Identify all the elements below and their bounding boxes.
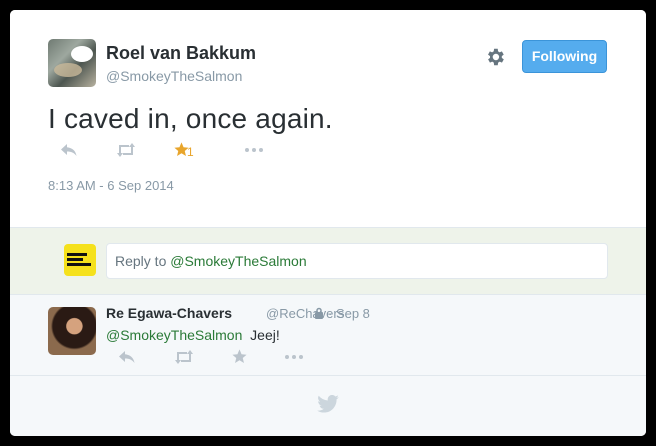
more-icon[interactable] <box>244 145 264 165</box>
reply-author-avatar[interactable] <box>48 307 96 355</box>
reply-text: @SmokeyTheSalmon Jeej! <box>106 327 280 343</box>
main-tweet: Roel van Bakkum @SmokeyTheSalmon Followi… <box>10 10 646 227</box>
favorite-count: 1 <box>187 145 194 159</box>
tweet-actions: 1 <box>48 142 308 162</box>
reply-composer: Reply to @SmokeyTheSalmon <box>10 227 646 295</box>
author-handle[interactable]: @SmokeyTheSalmon <box>106 68 242 84</box>
twitter-bird-icon[interactable] <box>317 395 339 413</box>
reply-tweet: Re Egawa-Chavers @ReChavers · Sep 8 @Smo… <box>10 295 646 376</box>
card-footer <box>10 376 646 436</box>
more-icon[interactable] <box>284 352 304 372</box>
reply-date[interactable]: · Sep 8 <box>328 306 370 321</box>
author-avatar[interactable] <box>48 39 96 87</box>
reply-icon[interactable] <box>118 349 136 369</box>
avatar-art <box>54 63 82 77</box>
avatar-art <box>67 258 83 261</box>
favorite-icon[interactable] <box>231 348 248 368</box>
tweet-text: I caved in, once again. <box>48 103 333 134</box>
tweet-card: Roel van Bakkum @SmokeyTheSalmon Followi… <box>10 10 646 436</box>
reply-author-name[interactable]: Re Egawa-Chavers <box>106 305 232 321</box>
retweet-icon[interactable] <box>174 349 194 369</box>
reply-text-mention[interactable]: @SmokeyTheSalmon <box>106 327 242 343</box>
reply-tweet-actions <box>106 349 326 369</box>
lock-icon <box>314 307 324 319</box>
reply-mention: @SmokeyTheSalmon <box>170 253 307 269</box>
reply-icon[interactable] <box>60 142 78 162</box>
reply-prefix: Reply to <box>115 253 171 269</box>
avatar-speech-bubble <box>71 46 93 62</box>
tweet-timestamp[interactable]: 8:13 AM - 6 Sep 2014 <box>48 178 174 193</box>
gear-icon[interactable] <box>484 46 506 68</box>
author-name[interactable]: Roel van Bakkum <box>106 43 256 64</box>
avatar-art <box>67 263 91 266</box>
current-user-avatar <box>64 244 96 276</box>
reply-text-body: Jeej! <box>250 327 280 343</box>
retweet-icon[interactable] <box>116 142 136 162</box>
following-button[interactable]: Following <box>522 40 607 73</box>
reply-input[interactable]: Reply to @SmokeyTheSalmon <box>106 243 608 279</box>
avatar-art <box>67 253 87 256</box>
